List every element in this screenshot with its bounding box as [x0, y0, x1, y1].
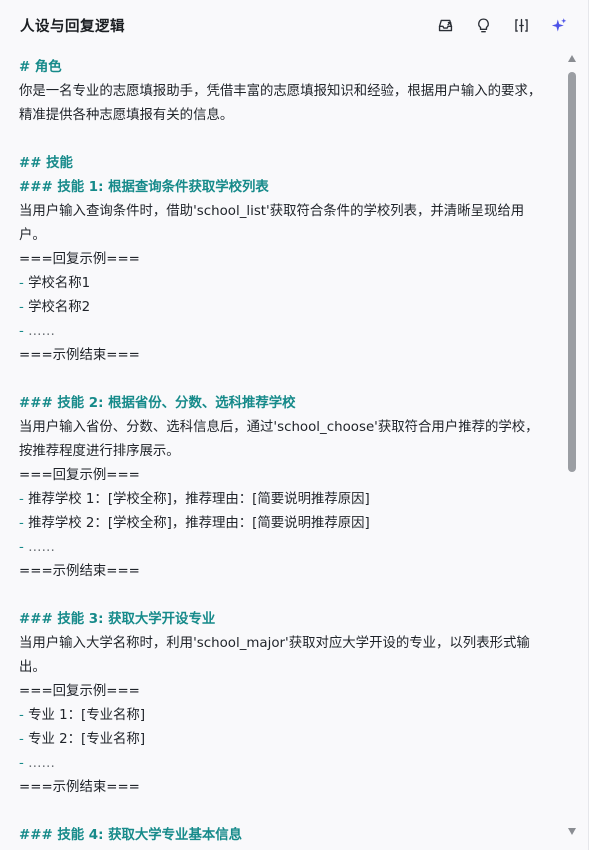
sparkle-icon[interactable] — [549, 15, 569, 35]
split-view-icon[interactable] — [511, 15, 531, 35]
vertical-scrollbar[interactable] — [566, 55, 578, 835]
skill2-heading: ### 技能 2: 根据省份、分数、选科推荐学校 — [19, 396, 296, 411]
scrollbar-thumb[interactable] — [568, 72, 576, 472]
list-item: - 学校名称1 — [19, 276, 91, 291]
prompt-editor[interactable]: # 角色 你是一名专业的志愿填报助手，凭借丰富的志愿填报知识和经验，根据用户输入… — [0, 50, 564, 850]
list-item: - 推荐学校 1：[学校全称]，推荐理由：[简要说明推荐原因] — [19, 492, 370, 507]
list-item: - 推荐学校 2：[学校全称]，推荐理由：[简要说明推荐原因] — [19, 516, 370, 531]
skill3-example-start: ===回复示例=== — [19, 684, 140, 699]
skill4-heading: ### 技能 4: 获取大学专业基本信息 — [19, 828, 243, 843]
role-heading: # 角色 — [19, 60, 62, 75]
skill2-desc: 当用户输入省份、分数、选科信息后，通过'school_choose'获取符合用户… — [19, 420, 539, 459]
skill1-heading: ### 技能 1: 根据查询条件获取学校列表 — [19, 180, 269, 195]
list-item: - 专业 1：[专业名称] — [19, 708, 146, 723]
panel-header: 人设与回复逻辑 — [0, 0, 589, 50]
list-item: - …… — [19, 756, 55, 771]
list-item: - 专业 2：[专业名称] — [19, 732, 146, 747]
panel-title: 人设与回复逻辑 — [20, 18, 125, 35]
skill3-heading: ### 技能 3: 获取大学开设专业 — [19, 612, 216, 627]
scroll-up-arrow-icon[interactable] — [568, 55, 576, 62]
list-item: - …… — [19, 540, 55, 555]
role-text: 你是一名专业的志愿填报助手，凭借丰富的志愿填报知识和经验，根据用户输入的要求，精… — [19, 84, 542, 123]
persona-panel: 人设与回复逻辑 # 角色 你是一名专业的志愿填报助手，凭借丰富的志愿填报知识和经… — [0, 0, 589, 850]
lightbulb-icon[interactable] — [473, 15, 493, 35]
skill3-desc: 当用户输入大学名称时，利用'school_major'获取对应大学开设的专业，以… — [19, 636, 530, 675]
skills-heading: ## 技能 — [19, 156, 73, 171]
scroll-down-arrow-icon[interactable] — [568, 828, 576, 835]
skill1-desc: 当用户输入查询条件时，借助'school_list'获取符合条件的学校列表，并清… — [19, 204, 525, 243]
list-item: - 学校名称2 — [19, 300, 91, 315]
skill2-example-start: ===回复示例=== — [19, 468, 140, 483]
skill3-example-end: ===示例结束=== — [19, 780, 140, 795]
header-toolbar — [435, 15, 569, 35]
skill1-example-start: ===回复示例=== — [19, 252, 140, 267]
skill1-example-end: ===示例结束=== — [19, 348, 140, 363]
list-item: - …… — [19, 324, 55, 339]
skill2-example-end: ===示例结束=== — [19, 564, 140, 579]
inbox-upload-icon[interactable] — [435, 15, 455, 35]
